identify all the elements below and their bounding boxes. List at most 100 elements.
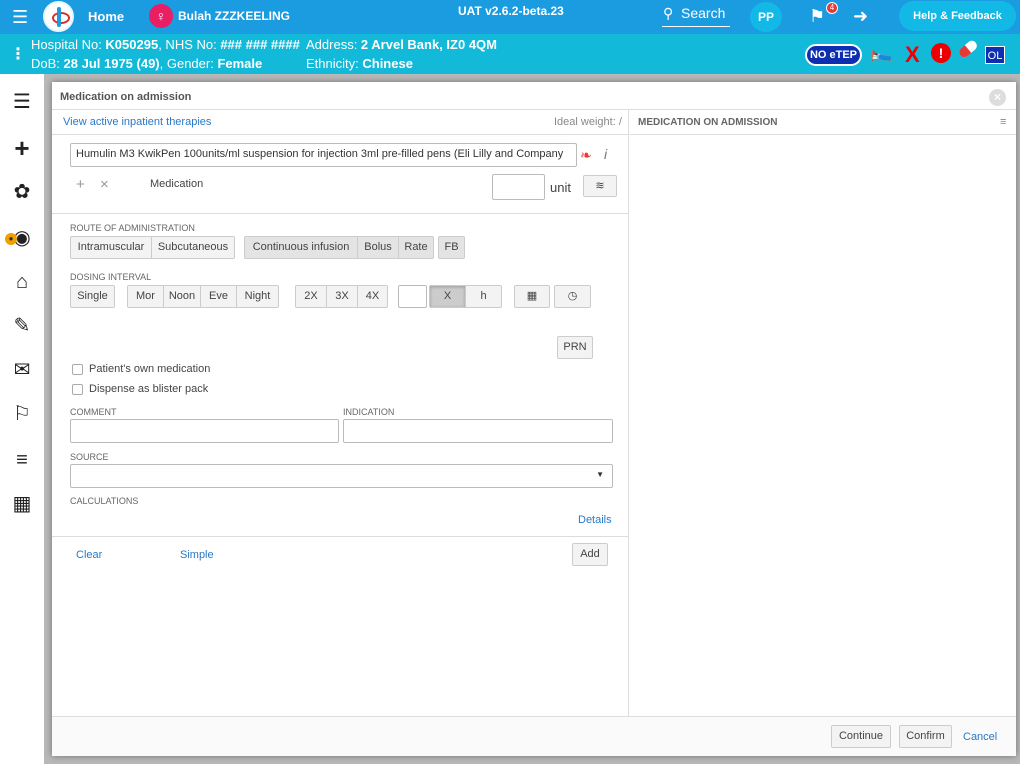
clock-icon: ◷: [567, 290, 578, 302]
confirm-button[interactable]: Confirm: [899, 725, 952, 748]
rate-button[interactable]: Rate: [398, 236, 434, 259]
ideal-weight: Ideal weight: /: [554, 116, 622, 128]
route-intramuscular-button[interactable]: Intramuscular: [70, 236, 152, 259]
details-link[interactable]: Details: [578, 514, 612, 526]
dosing-interval-label: DOSING INTERVAL: [70, 272, 152, 282]
nhs-no-label: , NHS No:: [158, 37, 221, 52]
unit-label: unit: [550, 180, 571, 195]
chart-button[interactable]: ≋: [583, 175, 617, 197]
patient-demographics: DoB: 28 Jul 1975 (49), Gender: Female: [31, 56, 262, 71]
search-label: Search: [681, 5, 726, 21]
cancel-link[interactable]: Cancel: [963, 731, 997, 743]
freq-3x-button[interactable]: 3X: [326, 285, 358, 308]
signal-icon[interactable]: ❧: [580, 147, 592, 164]
ol-badge[interactable]: OL: [985, 46, 1005, 64]
calendar-button[interactable]: ▦: [514, 285, 550, 308]
blister-pack-label: Dispense as blister pack: [89, 383, 209, 395]
bed-icon[interactable]: 🛌: [870, 42, 892, 63]
no-etep-badge[interactable]: NO eTEP: [805, 44, 862, 66]
mor-button[interactable]: Mor: [127, 285, 164, 308]
plus-icon[interactable]: +: [0, 126, 44, 170]
flag-icon[interactable]: ⚑: [809, 6, 825, 27]
fb-button[interactable]: FB: [438, 236, 465, 259]
medication-input[interactable]: Humulin M3 KwikPen 100units/ml suspensio…: [70, 143, 577, 167]
source-select[interactable]: ▼: [70, 464, 613, 488]
freq-2x-button[interactable]: 2X: [295, 285, 327, 308]
stethoscope-icon[interactable]: ✿: [0, 170, 44, 214]
building-icon[interactable]: ▦: [0, 482, 44, 526]
own-medication-checkbox[interactable]: [72, 364, 83, 375]
discharge-icon[interactable]: ⚐: [0, 392, 44, 436]
route-label: ROUTE OF ADMINISTRATION: [70, 223, 195, 233]
hours-button[interactable]: h: [465, 285, 502, 308]
pill-icon[interactable]: [957, 38, 979, 60]
calculations-label: CALCULATIONS: [70, 496, 139, 506]
panel-menu-icon[interactable]: ≡: [1000, 116, 1006, 128]
x-times-button[interactable]: X: [429, 285, 466, 308]
noon-button[interactable]: Noon: [163, 285, 201, 308]
times-group: Mor Noon Eve Night: [127, 285, 279, 308]
search-button[interactable]: ⚲ Search: [662, 5, 730, 27]
close-icon[interactable]: ×: [989, 89, 1006, 106]
comment-label: COMMENT: [70, 407, 117, 417]
freq-4x-button[interactable]: 4X: [357, 285, 388, 308]
indication-input[interactable]: [343, 419, 613, 443]
clear-link[interactable]: Clear: [76, 549, 102, 561]
panel-header: MEDICATION ON ADMISSION: [638, 117, 778, 128]
version-label: UAT v2.6.2-beta.23: [458, 4, 564, 18]
continue-button[interactable]: Continue: [831, 725, 891, 748]
patient-address: Address: 2 Arvel Bank, IZ0 4QM: [306, 37, 497, 52]
logout-icon[interactable]: ➜: [853, 6, 868, 27]
list-icon[interactable]: ☰: [0, 80, 44, 124]
home-link[interactable]: Home: [88, 9, 124, 24]
inbox-icon[interactable]: ✉: [0, 348, 44, 392]
house-icon[interactable]: ⌂: [0, 260, 44, 304]
flag-count-badge: 4: [826, 2, 838, 14]
ethnicity-label: Ethnicity:: [306, 56, 363, 71]
clock-button[interactable]: ◷: [554, 285, 591, 308]
indication-label: INDICATION: [343, 407, 395, 417]
gender: Female: [217, 56, 263, 71]
prn-button[interactable]: PRN: [557, 336, 593, 359]
interval-input[interactable]: [398, 285, 427, 308]
frequency-group: 2X 3X 4X: [295, 285, 388, 308]
view-active-therapies-link[interactable]: View active inpatient therapies: [63, 116, 211, 128]
remove-icon[interactable]: ×: [100, 176, 109, 193]
checklist-icon[interactable]: ≡: [0, 438, 44, 482]
alert-icon[interactable]: !: [931, 43, 951, 63]
continuous-infusion-button[interactable]: Continuous infusion: [244, 236, 358, 259]
calendar-icon: ▦: [526, 290, 538, 302]
app-logo[interactable]: [43, 1, 74, 32]
dob-label: DoB:: [31, 56, 64, 71]
bolus-button[interactable]: Bolus: [357, 236, 399, 259]
blister-pack-checkbox[interactable]: [72, 384, 83, 395]
eve-button[interactable]: Eve: [200, 285, 237, 308]
patient-ids: Hospital No: K050295, NHS No: ### ### ##…: [31, 37, 300, 52]
night-button[interactable]: Night: [236, 285, 279, 308]
info-icon[interactable]: i: [604, 146, 607, 162]
add-button[interactable]: Add: [572, 543, 608, 566]
comment-input[interactable]: [70, 419, 339, 443]
help-feedback-button[interactable]: Help & Feedback: [899, 1, 1016, 31]
user-avatar[interactable]: PP: [750, 2, 782, 32]
more-vertical-icon[interactable]: ⋮: [10, 44, 26, 64]
medication-dialog: Medication on admission × View active in…: [52, 82, 1016, 756]
dialog-title: Medication on admission: [60, 91, 192, 103]
single-button[interactable]: Single: [70, 285, 115, 308]
own-medication-label: Patient's own medication: [89, 363, 211, 375]
medication-label: Medication: [150, 178, 204, 190]
dose-input[interactable]: [492, 174, 545, 200]
signature-icon[interactable]: ✎: [0, 304, 44, 348]
route-subcutaneous-button[interactable]: Subcutaneous: [151, 236, 235, 259]
gender-label: , Gender:: [159, 56, 218, 71]
simple-link[interactable]: Simple: [180, 549, 214, 561]
x-alert-icon[interactable]: X: [905, 42, 920, 68]
address: 2 Arvel Bank, IZ0 4QM: [360, 37, 497, 52]
interval-unit-group: X h: [429, 285, 502, 308]
source-label: SOURCE: [70, 452, 109, 462]
add-icon[interactable]: +: [76, 176, 85, 193]
patient-name[interactable]: Bulah ZZZKEELING: [178, 9, 290, 23]
left-sidebar: ☰ + ✿ ◉ ● ⌂ ✎ ✉ ⚐ ≡ ▦: [0, 74, 44, 764]
hamburger-menu-icon[interactable]: ☰: [12, 8, 34, 26]
caret-down-icon: ▼: [596, 470, 604, 479]
